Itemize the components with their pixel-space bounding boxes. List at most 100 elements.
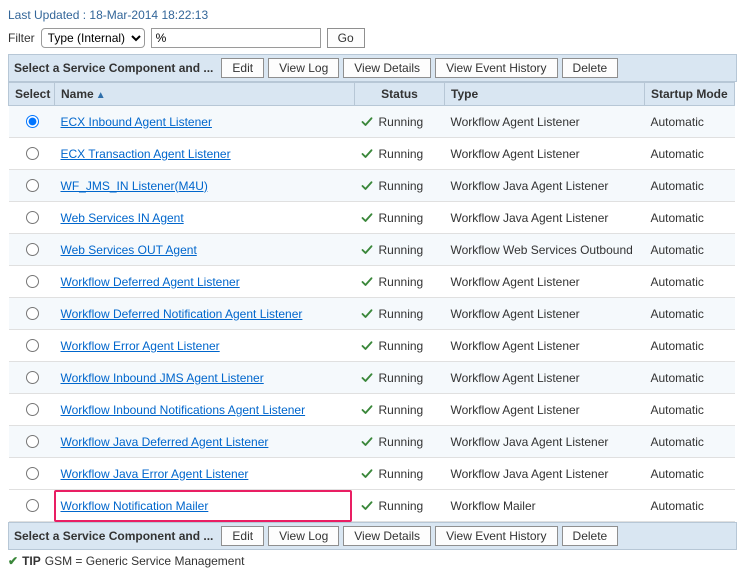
status-cell: Running (355, 330, 445, 362)
view-log-button-bottom[interactable]: View Log (268, 526, 339, 546)
tip-row: ✔ TIP GSM = Generic Service Management (8, 554, 737, 568)
component-link[interactable]: Workflow Inbound JMS Agent Listener (61, 371, 264, 385)
edit-button-bottom[interactable]: Edit (221, 526, 264, 546)
name-cell: Workflow Deferred Notification Agent Lis… (55, 298, 355, 330)
status-text: Running (379, 307, 424, 321)
select-radio[interactable] (26, 275, 39, 288)
type-cell: Workflow Web Services Outbound (445, 234, 645, 266)
component-link[interactable]: Workflow Java Deferred Agent Listener (61, 435, 269, 449)
table-row: Workflow Java Deferred Agent ListenerRun… (9, 426, 738, 458)
sort-asc-icon: ▲ (96, 90, 106, 101)
type-cell: Workflow Agent Listener (445, 330, 645, 362)
running-check-icon (361, 340, 373, 352)
component-link[interactable]: Workflow Deferred Notification Agent Lis… (61, 307, 303, 321)
view-log-button[interactable]: View Log (268, 58, 339, 78)
running-check-icon (361, 180, 373, 192)
delete-button[interactable]: Delete (562, 58, 619, 78)
delete-button-bottom[interactable]: Delete (562, 526, 619, 546)
name-cell: Web Services IN Agent (55, 202, 355, 234)
select-radio[interactable] (26, 211, 39, 224)
mode-cell: Automatic (645, 394, 735, 426)
component-link[interactable]: Web Services IN Agent (61, 211, 184, 225)
go-button[interactable]: Go (327, 28, 365, 48)
component-link[interactable]: Workflow Java Error Agent Listener (61, 467, 249, 481)
status-cell: Running (355, 202, 445, 234)
type-cell: Workflow Java Agent Listener (445, 170, 645, 202)
check-icon: ✔ (8, 554, 18, 568)
component-link[interactable]: Web Services OUT Agent (61, 243, 197, 257)
edit-button[interactable]: Edit (221, 58, 264, 78)
component-link[interactable]: Workflow Notification Mailer (61, 499, 209, 513)
mode-cell: Automatic (645, 362, 735, 394)
select-cell (9, 394, 55, 426)
select-radio[interactable] (26, 339, 39, 352)
component-link[interactable]: Workflow Error Agent Listener (61, 339, 220, 353)
col-status: Status (355, 83, 445, 106)
select-radio[interactable] (26, 371, 39, 384)
select-radio[interactable] (26, 435, 39, 448)
select-radio[interactable] (26, 179, 39, 192)
running-check-icon (361, 372, 373, 384)
name-cell: Workflow Deferred Agent Listener (55, 266, 355, 298)
mode-cell: Automatic (645, 458, 735, 490)
status-cell: Running (355, 138, 445, 170)
running-check-icon (361, 148, 373, 160)
table-row: WF_JMS_IN Listener(M4U)RunningWorkflow J… (9, 170, 738, 202)
component-link[interactable]: Workflow Inbound Notifications Agent Lis… (61, 403, 306, 417)
component-link[interactable]: WF_JMS_IN Listener(M4U) (61, 179, 208, 193)
status-text: Running (379, 243, 424, 257)
mode-cell: Automatic (645, 266, 735, 298)
col-select: Select (9, 83, 55, 106)
running-check-icon (361, 308, 373, 320)
select-cell (9, 266, 55, 298)
running-check-icon (361, 276, 373, 288)
col-name[interactable]: Name▲ (55, 83, 355, 106)
filter-bar: Filter Type (Internal) Go (8, 28, 737, 48)
select-radio[interactable] (26, 307, 39, 320)
status-cell: Running (355, 362, 445, 394)
select-radio[interactable] (26, 147, 39, 160)
type-cell: Workflow Agent Listener (445, 298, 645, 330)
table-row: Workflow Notification MailerRunningWorkf… (9, 490, 738, 522)
name-cell: Web Services OUT Agent (55, 234, 355, 266)
name-cell: Workflow Java Error Agent Listener (55, 458, 355, 490)
status-text: Running (379, 371, 424, 385)
component-link[interactable]: ECX Inbound Agent Listener (61, 115, 212, 129)
select-cell (9, 458, 55, 490)
status-text: Running (379, 275, 424, 289)
service-components-table: Select Name▲ Status Type Startup Mode EC… (8, 82, 737, 522)
status-text: Running (379, 467, 424, 481)
running-check-icon (361, 436, 373, 448)
select-radio[interactable] (26, 115, 39, 128)
filter-input[interactable] (151, 28, 321, 48)
type-cell: Workflow Agent Listener (445, 362, 645, 394)
mode-cell: Automatic (645, 202, 735, 234)
mode-cell: Automatic (645, 138, 735, 170)
view-details-button-bottom[interactable]: View Details (343, 526, 431, 546)
select-radio[interactable] (26, 403, 39, 416)
instruction-text-bottom: Select a Service Component and ... (14, 529, 213, 543)
table-row: Workflow Deferred Agent ListenerRunningW… (9, 266, 738, 298)
filter-type-select[interactable]: Type (Internal) (41, 28, 145, 48)
view-details-button[interactable]: View Details (343, 58, 431, 78)
component-link[interactable]: Workflow Deferred Agent Listener (61, 275, 240, 289)
table-row: Workflow Java Error Agent Listener Runnin… (9, 458, 738, 490)
status-cell: Running (355, 394, 445, 426)
table-row: Workflow Inbound JMS Agent Listener Runni… (9, 362, 738, 394)
status-cell: Running (355, 490, 445, 522)
status-cell: Running (355, 458, 445, 490)
select-radio[interactable] (26, 499, 39, 512)
mode-cell: Automatic (645, 106, 735, 138)
select-radio[interactable] (26, 243, 39, 256)
mode-cell: Automatic (645, 330, 735, 362)
type-cell: Workflow Java Agent Listener (445, 202, 645, 234)
view-event-history-button[interactable]: View Event History (435, 58, 557, 78)
status-cell: Running (355, 298, 445, 330)
name-cell: Workflow Java Deferred Agent Listener (55, 426, 355, 458)
component-link[interactable]: ECX Transaction Agent Listener (61, 147, 231, 161)
select-radio[interactable] (26, 467, 39, 480)
last-updated: Last Updated : 18-Mar-2014 18:22:13 (8, 8, 737, 22)
view-event-history-button-bottom[interactable]: View Event History (435, 526, 557, 546)
running-check-icon (361, 500, 373, 512)
last-updated-label: Last Updated : (8, 8, 86, 22)
